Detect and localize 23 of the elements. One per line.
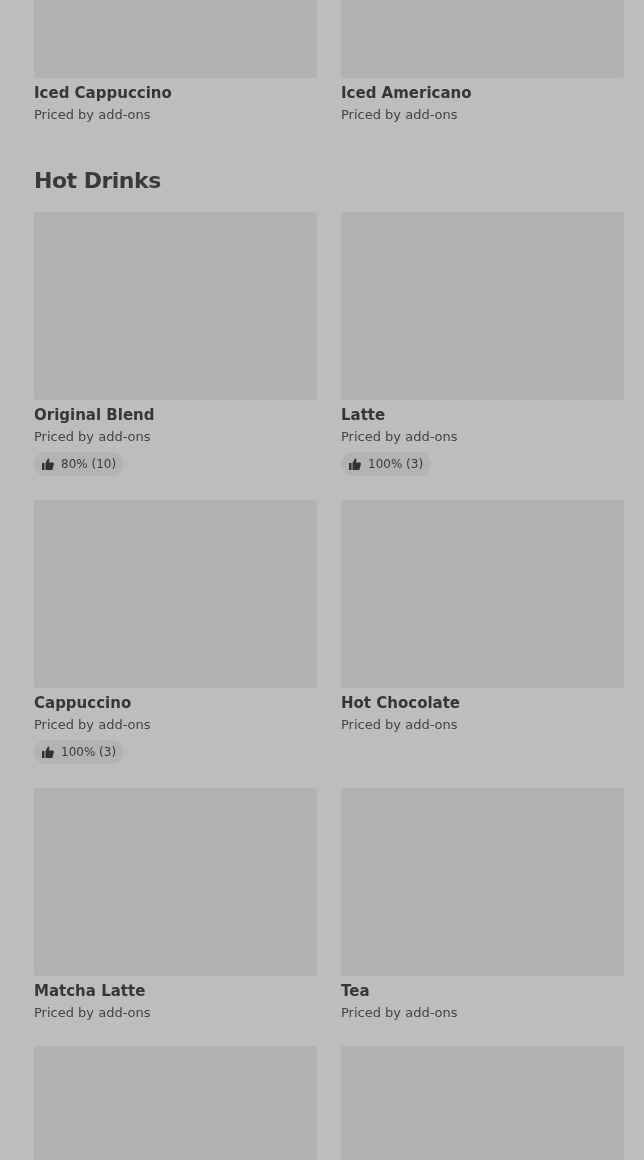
product-name[interactable]: Iced Americano [341,83,472,103]
product-name[interactable]: Cappuccino [34,693,132,713]
section-heading: Hot Drinks [34,168,162,194]
price-note: Priced by add-ons [341,106,458,124]
rating-text: 100% (3) [368,457,424,471]
thumbs-up-icon [42,458,54,470]
price-note: Priced by add-ons [34,1004,151,1022]
product-name[interactable]: Hot Chocolate [341,693,461,713]
price-note: Priced by add-ons [34,106,151,124]
price-note: Priced by add-ons [34,428,151,446]
product-name[interactable]: Original Blend [34,405,155,425]
price-note: Priced by add-ons [341,716,458,734]
product-name[interactable]: Latte [341,405,386,425]
rating-text: 100% (3) [61,745,117,759]
product-name[interactable]: Matcha Latte [34,981,146,1001]
rating-text: 80% (10) [61,457,117,471]
price-note: Priced by add-ons [34,716,151,734]
product-name[interactable]: Tea [341,981,370,1001]
product-name[interactable]: Iced Cappuccino [34,83,172,103]
thumbs-up-icon [42,746,54,758]
price-note: Priced by add-ons [341,428,458,446]
thumbs-up-icon [349,458,361,470]
price-note: Priced by add-ons [341,1004,458,1022]
